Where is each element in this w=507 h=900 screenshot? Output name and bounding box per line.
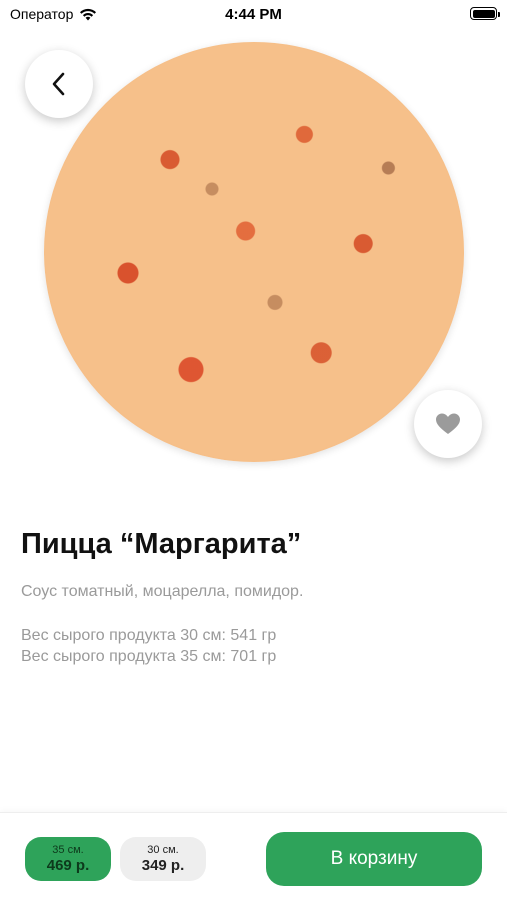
- bottom-action-bar: 35 см. 469 р. 30 см. 349 р. В корзину: [0, 812, 507, 900]
- size-option-35[interactable]: 35 см. 469 р.: [25, 837, 111, 881]
- product-ingredients: Соус томатный, моцарелла, помидор.: [21, 583, 304, 600]
- size-price: 349 р.: [141, 856, 185, 874]
- heart-icon: [436, 413, 460, 434]
- size-price: 469 р.: [46, 856, 90, 874]
- product-weights: Вес сырого продукта 30 см: 541 гр Вес сы…: [21, 625, 276, 667]
- weight-line-35: Вес сырого продукта 35 см: 701 гр: [21, 648, 277, 665]
- status-time: 4:44 PM: [225, 6, 282, 23]
- battery-icon: [470, 7, 500, 20]
- weight-line-30: Вес сырого продукта 30 см: 541 гр: [21, 627, 277, 644]
- size-option-30[interactable]: 30 см. 349 р.: [120, 837, 206, 881]
- product-hero: [0, 30, 507, 485]
- size-label: 30 см.: [147, 843, 179, 856]
- pizza-image: [44, 42, 464, 462]
- size-label: 35 см.: [52, 843, 84, 856]
- product-title: Пицца “Маргарита”: [21, 528, 302, 560]
- favorite-button[interactable]: [414, 390, 482, 458]
- add-to-cart-button[interactable]: В корзину: [266, 832, 482, 886]
- chevron-left-icon: [52, 72, 65, 96]
- status-bar: Оператор 4:44 PM: [0, 0, 507, 30]
- back-button[interactable]: [25, 50, 93, 118]
